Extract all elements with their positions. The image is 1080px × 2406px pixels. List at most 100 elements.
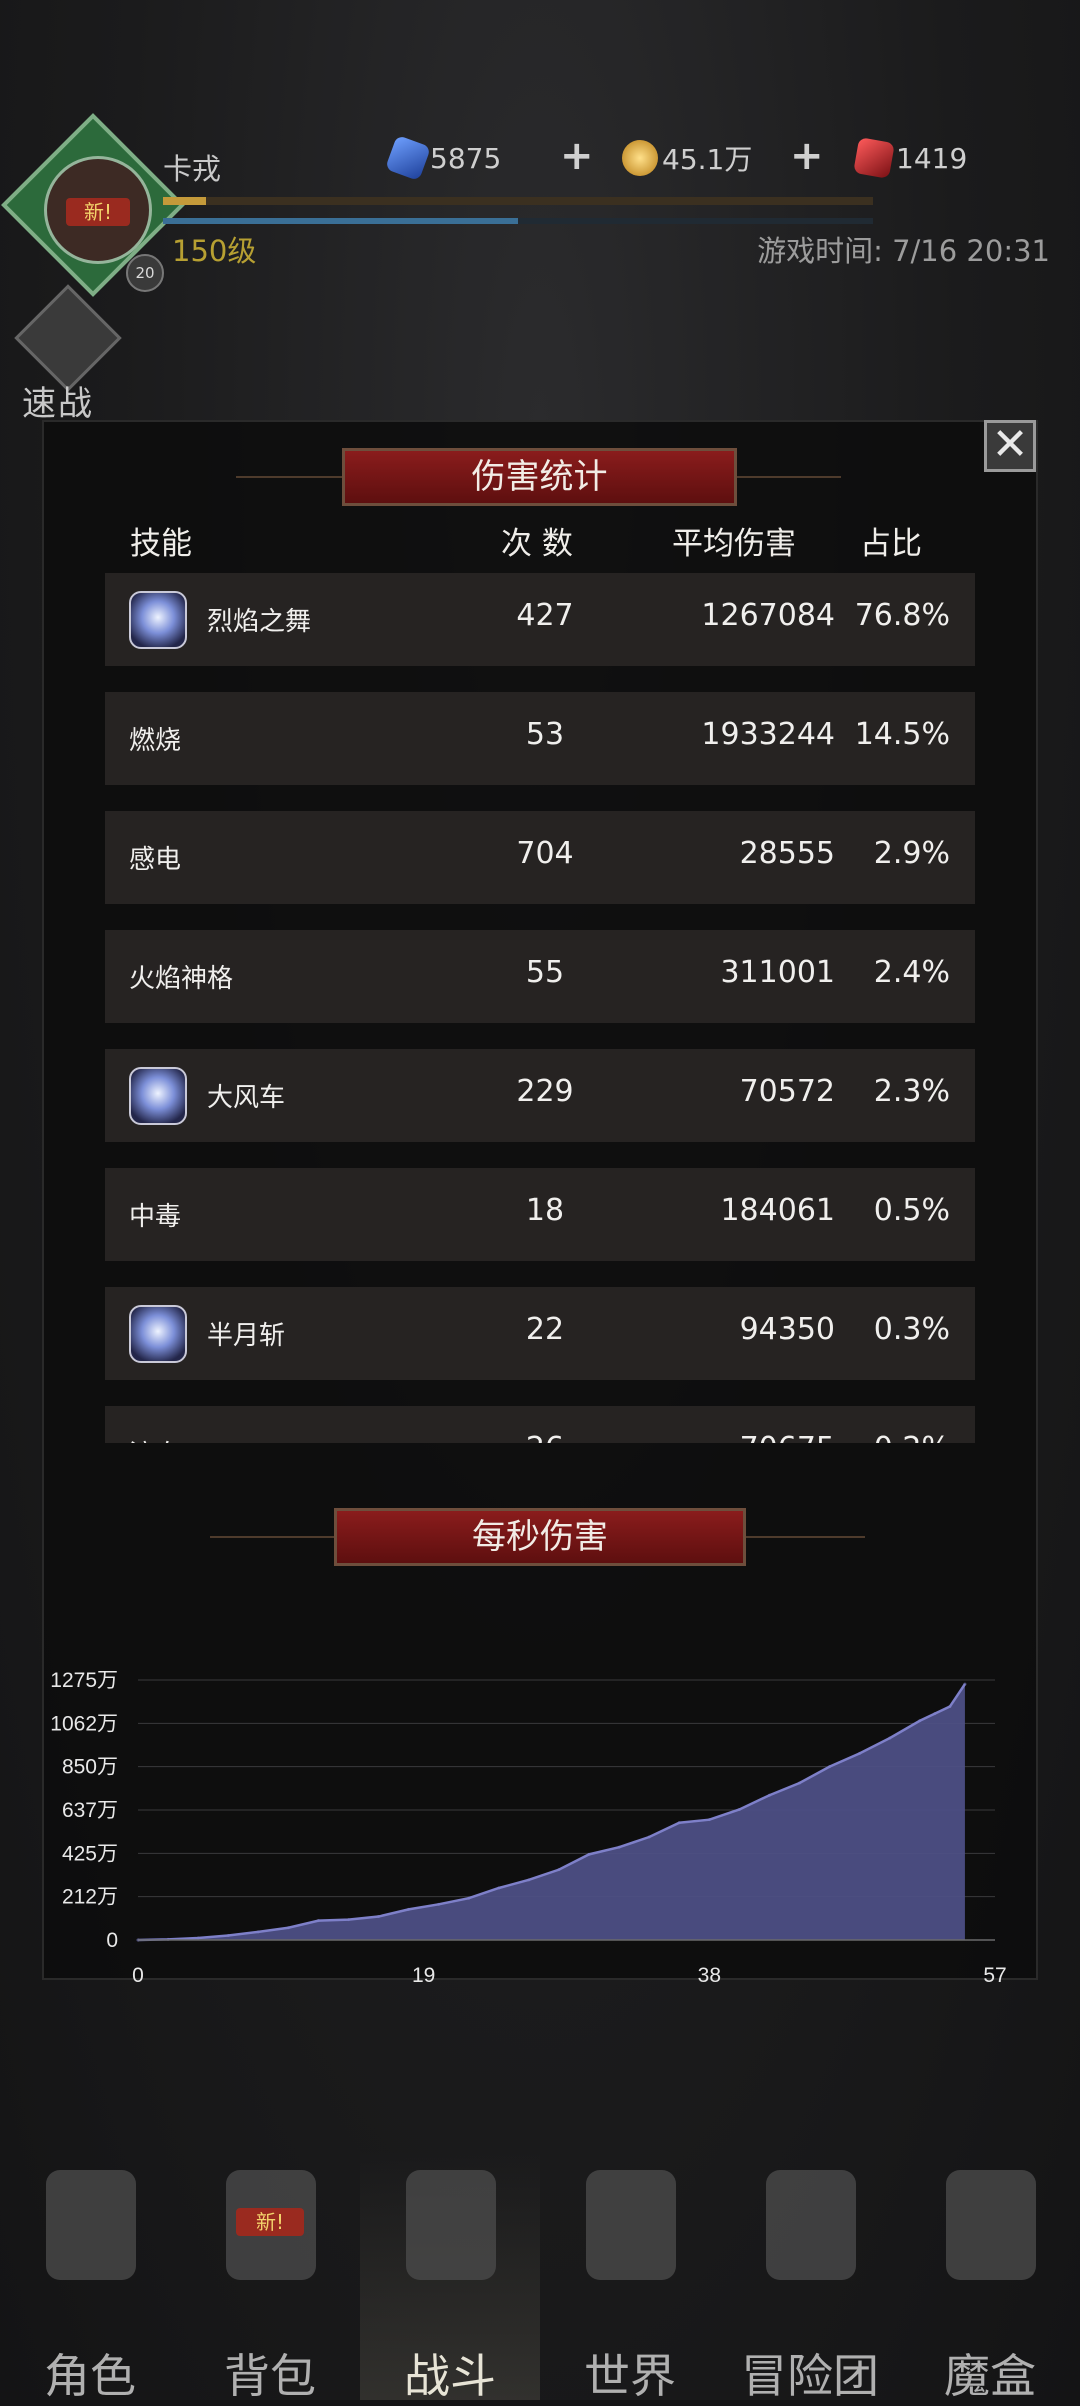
- table-row[interactable]: 大风车 229 70572 2.3%: [105, 1049, 975, 1142]
- nav-item-backpack[interactable]: 新! 背包: [180, 2150, 360, 2403]
- y-tick-label: 850万: [62, 1756, 118, 1779]
- table-row[interactable]: 燃烧 53 1933244 14.5%: [105, 692, 975, 785]
- y-tick-label: 637万: [62, 1799, 118, 1822]
- dps-data-point: [948, 1705, 952, 1709]
- skill-name: 半月斩: [207, 1321, 286, 1351]
- column-ratio: 占比: [860, 526, 922, 562]
- dps-data-point: [286, 1926, 290, 1930]
- dps-data-point: [918, 1719, 922, 1723]
- y-tick-label: 0: [106, 1929, 118, 1952]
- whirlwind-sword-skill-icon: [129, 1067, 187, 1125]
- dps-data-point: [437, 1902, 441, 1906]
- secondary-progress-bar: [163, 218, 873, 224]
- damage-ratio: 0.5%: [873, 1193, 950, 1228]
- shield-sword-icon: [406, 2170, 496, 2280]
- average-damage: 1933244: [701, 717, 835, 752]
- player-status-bar: 新! 20 卡戎 150级 5875 + 45.1万 + 1419 游戏时间: …: [0, 0, 1080, 300]
- column-count: 次 数: [501, 526, 573, 562]
- hit-count: 26: [495, 1431, 595, 1443]
- game-time: 游戏时间: 7/16 20:31: [757, 234, 1050, 268]
- x-tick-label: 38: [698, 1964, 721, 1987]
- average-damage: 184061: [720, 1193, 835, 1228]
- dps-data-point: [226, 1934, 230, 1938]
- dps-data-point: [707, 1818, 711, 1822]
- table-row[interactable]: 中毒 18 184061 0.5%: [105, 1168, 975, 1261]
- player-level: 150级: [172, 234, 257, 268]
- dps-data-point: [767, 1793, 771, 1797]
- dps-data-point: [617, 1845, 621, 1849]
- table-row[interactable]: 烈焰之舞 427 1267084 76.8%: [105, 573, 975, 666]
- dps-data-point: [316, 1919, 320, 1923]
- currency-gems: 5875: [384, 134, 501, 182]
- crystals-value: 1419: [896, 141, 968, 175]
- panel-title: 伤害统计: [342, 448, 737, 506]
- hit-count: 427: [516, 598, 574, 633]
- damage-table[interactable]: 烈焰之舞 427 1267084 76.8% 燃烧 53 1933244 14.…: [105, 573, 975, 1443]
- x-tick-label: 57: [983, 1964, 1006, 1987]
- dps-data-point: [647, 1835, 651, 1839]
- nav-label: 角色: [44, 2349, 136, 2403]
- avatar-level-badge: 20: [126, 254, 164, 292]
- nav-item-magic-box[interactable]: 魔盒: [900, 2150, 1080, 2403]
- table-header: 技能 次 数 平均伤害 占比: [105, 518, 975, 568]
- dps-data-point: [677, 1821, 681, 1825]
- table-row[interactable]: 流血 26 70675 0.2%: [105, 1406, 975, 1443]
- dps-chart-title: 每秒伤害: [334, 1508, 746, 1566]
- currency-crystals: 1419: [853, 137, 968, 179]
- close-icon: ✕: [991, 419, 1029, 470]
- add-gold-button[interactable]: +: [790, 136, 824, 176]
- add-gems-button[interactable]: +: [560, 136, 594, 176]
- skill-name: 燃烧: [129, 726, 182, 756]
- dps-data-point: [497, 1886, 501, 1890]
- nav-item-adventure-team[interactable]: 冒险团: [720, 2150, 900, 2403]
- hit-count: 229: [516, 1074, 574, 1109]
- nav-label: 背包: [224, 2349, 316, 2403]
- dps-chart: 0 212万 425万 637万 850万 1062万 1275万 0 19 38 57: [0, 1640, 1080, 2000]
- table-row[interactable]: 感电 704 28555 2.9%: [105, 811, 975, 904]
- hit-count: 18: [525, 1193, 565, 1228]
- helmet-icon: [46, 2170, 136, 2280]
- average-damage: 1267084: [701, 598, 835, 633]
- quick-battle-button[interactable]: 速战: [12, 284, 122, 424]
- currency-gold: 45.1万: [622, 138, 752, 178]
- nav-label: 冒险团: [741, 2349, 879, 2403]
- column-avg-damage: 平均伤害: [672, 526, 796, 562]
- y-tick-label: 425万: [62, 1842, 118, 1865]
- nav-item-world[interactable]: 世界: [540, 2150, 720, 2403]
- close-button[interactable]: ✕: [984, 420, 1036, 472]
- magic-cube-icon: [946, 2170, 1036, 2280]
- secondary-progress-fill: [163, 218, 518, 224]
- dps-data-point: [587, 1852, 591, 1856]
- dps-data-point: [256, 1930, 260, 1934]
- y-tick-label: 212万: [62, 1886, 118, 1909]
- damage-ratio: 76.8%: [854, 598, 950, 633]
- nav-item-character[interactable]: 角色: [0, 2150, 180, 2403]
- red-crystal-icon: [853, 137, 895, 179]
- skill-name: 感电: [129, 845, 182, 875]
- castle-icon: [766, 2170, 856, 2280]
- dps-data-point: [467, 1896, 471, 1900]
- dps-data-point: [557, 1868, 561, 1872]
- skill-name: 流血: [129, 1434, 181, 1443]
- new-badge: 新!: [66, 198, 130, 226]
- damage-ratio: 0.2%: [845, 1431, 950, 1443]
- y-tick-label: 1062万: [50, 1712, 118, 1735]
- nav-item-battle[interactable]: 战斗: [360, 2150, 540, 2403]
- damage-ratio: 2.9%: [873, 836, 950, 871]
- new-badge: 新!: [236, 2208, 304, 2236]
- column-skill: 技能: [130, 526, 192, 562]
- dps-data-point: [346, 1918, 350, 1922]
- dps-data-point: [888, 1736, 892, 1740]
- table-row[interactable]: 半月斩 22 94350 0.3%: [105, 1287, 975, 1380]
- x-tick-label: 0: [132, 1964, 144, 1987]
- dps-data-point: [858, 1751, 862, 1755]
- dps-data-point: [407, 1907, 411, 1911]
- y-tick-label: 1275万: [50, 1669, 118, 1692]
- dps-data-point: [377, 1915, 381, 1919]
- dps-chart-svg: 0 212万 425万 637万 850万 1062万 1275万 0 19 38 57: [50, 1669, 1006, 1987]
- dps-data-point: [963, 1682, 967, 1686]
- hit-count: 22: [525, 1312, 565, 1347]
- dps-data-point: [527, 1878, 531, 1882]
- table-row[interactable]: 火焰神格 55 311001 2.4%: [105, 930, 975, 1023]
- dps-data-point: [798, 1781, 802, 1785]
